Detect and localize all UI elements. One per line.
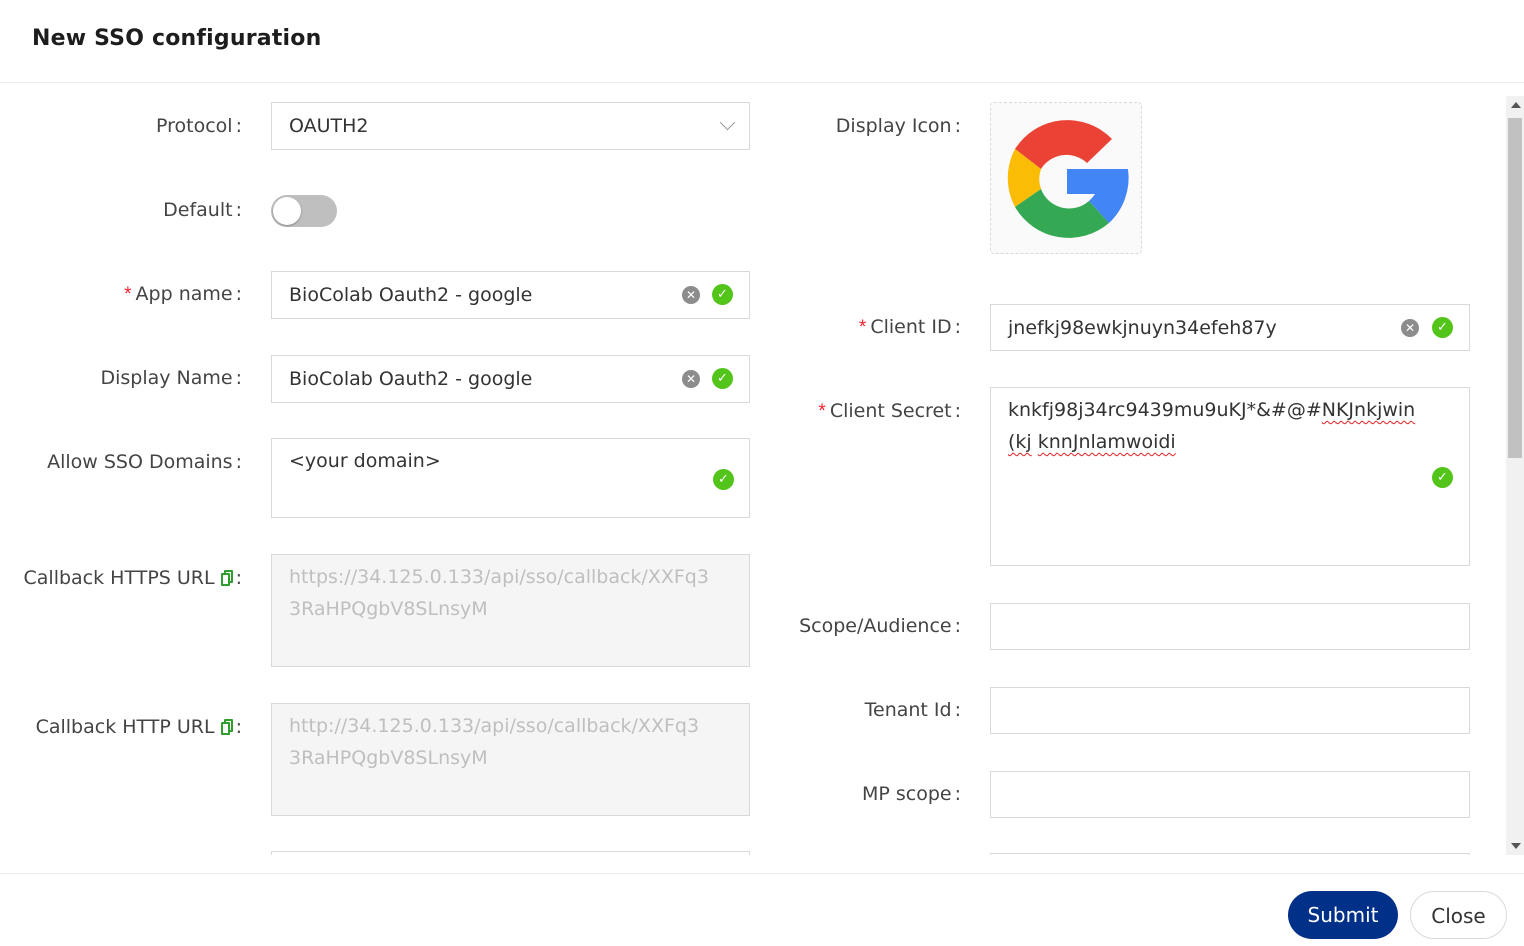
- client-secret-textarea[interactable]: knkfj98j34rc9439mu9uKJ*&#@#NKJnkjwin(kj …: [990, 387, 1470, 566]
- callback-http-field: http://34.125.0.133/api/sso/callback/XXF…: [271, 703, 750, 816]
- app-name-value: BioColab Oauth2 - google: [289, 284, 533, 306]
- scope-audience-label: Scope/Audience:: [799, 615, 961, 637]
- scroll-down-icon[interactable]: [1511, 843, 1521, 849]
- dialog-body: Protocol: OAUTH2 Default: * App name: Bio…: [0, 83, 1506, 855]
- protocol-select[interactable]: OAUTH2: [271, 102, 750, 150]
- toggle-knob: [273, 197, 301, 225]
- scope-audience-input[interactable]: [990, 603, 1470, 650]
- required-mark: *: [858, 317, 867, 338]
- success-check-icon: ✓: [713, 469, 734, 490]
- client-id-value: jnefkj98ewkjnuyn34efeh87y: [1008, 317, 1277, 339]
- submit-button[interactable]: Submit: [1288, 891, 1398, 939]
- client-id-label: * Client ID:: [858, 316, 961, 338]
- vertical-scrollbar[interactable]: [1506, 96, 1524, 855]
- close-button[interactable]: Close: [1410, 891, 1507, 939]
- app-name-input[interactable]: BioColab Oauth2 - google ✕ ✓: [271, 271, 750, 319]
- protocol-value: OAUTH2: [289, 115, 369, 137]
- scroll-up-icon[interactable]: [1511, 102, 1521, 108]
- mp-scope-label: MP scope:: [861, 783, 961, 805]
- allow-sso-domains-value: <your domain>: [289, 450, 441, 472]
- success-check-icon: ✓: [712, 284, 733, 305]
- success-check-icon: ✓: [1432, 317, 1453, 338]
- dialog-footer: Submit Close: [0, 873, 1524, 946]
- callback-http-label: Callback HTTP URL:: [35, 716, 242, 738]
- default-label: Default:: [163, 199, 242, 221]
- scroll-thumb[interactable]: [1508, 118, 1522, 458]
- clear-icon[interactable]: ✕: [1401, 319, 1419, 337]
- display-name-value: BioColab Oauth2 - google: [289, 368, 533, 390]
- protocol-label: Protocol:: [156, 115, 242, 137]
- allow-sso-domains-textarea[interactable]: <your domain> ✓: [271, 438, 750, 518]
- copy-icon[interactable]: [220, 719, 233, 735]
- success-check-icon: ✓: [1432, 467, 1453, 488]
- google-logo-icon: [1007, 120, 1129, 238]
- display-icon-label: Display Icon:: [835, 115, 961, 137]
- callback-https-field: https://34.125.0.133/api/sso/callback/XX…: [271, 554, 750, 667]
- app-name-label: * App name:: [124, 283, 242, 305]
- required-mark: *: [124, 284, 132, 305]
- dialog-title: New SSO configuration: [32, 26, 322, 51]
- client-secret-label: * Client Secret:: [818, 400, 961, 422]
- clear-icon[interactable]: ✕: [682, 370, 700, 388]
- client-id-input[interactable]: jnefkj98ewkjnuyn34efeh87y ✕ ✓: [990, 304, 1470, 351]
- mp-scope-input[interactable]: [990, 771, 1470, 818]
- copy-icon[interactable]: [220, 570, 233, 586]
- chevron-down-icon: [719, 114, 736, 131]
- required-mark: *: [818, 401, 826, 422]
- tenant-id-input[interactable]: [990, 687, 1470, 734]
- default-toggle[interactable]: [271, 195, 337, 227]
- display-name-label: Display Name:: [100, 367, 242, 389]
- display-icon-upload[interactable]: [990, 102, 1142, 254]
- clear-icon[interactable]: ✕: [682, 286, 700, 304]
- display-name-input[interactable]: BioColab Oauth2 - google ✕ ✓: [271, 355, 750, 403]
- next-input-partial[interactable]: [990, 853, 1470, 855]
- tenant-id-label: Tenant Id:: [864, 699, 961, 721]
- success-check-icon: ✓: [712, 368, 733, 389]
- client-secret-value: knkfj98j34rc9439mu9uKJ*&#@#NKJnkjwin(kj …: [1008, 399, 1416, 453]
- callback-https-value: https://34.125.0.133/api/sso/callback/XX…: [289, 566, 709, 620]
- callback-http-value: http://34.125.0.133/api/sso/callback/XXF…: [289, 715, 700, 769]
- allow-sso-domains-label: Allow SSO Domains:: [47, 451, 242, 473]
- callback-https-label: Callback HTTPS URL:: [23, 567, 242, 589]
- dialog-header: New SSO configuration: [0, 0, 1524, 83]
- next-input-partial[interactable]: [271, 851, 750, 855]
